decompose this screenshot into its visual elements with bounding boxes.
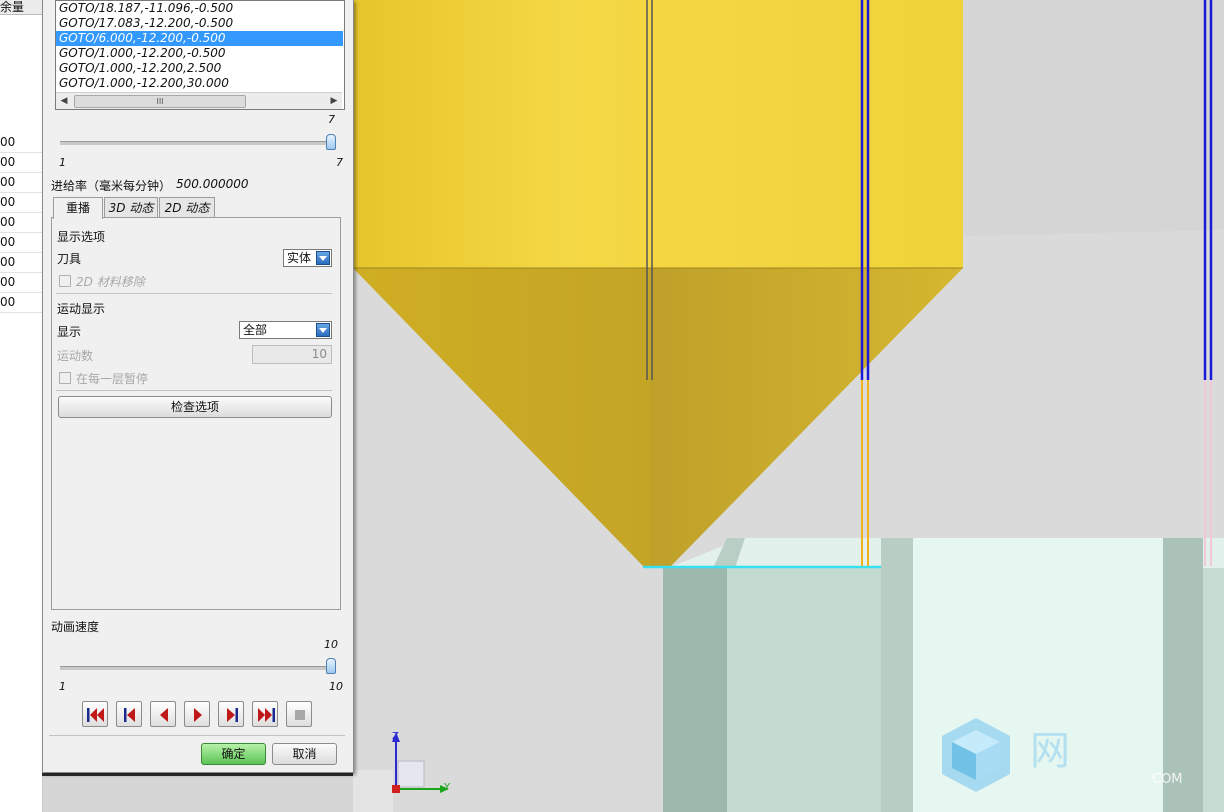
- list-item[interactable]: GOTO/1.000,-12.200,30.000: [56, 76, 343, 91]
- tool-shank: [353, 0, 963, 268]
- feedrate-value: 500.000000: [176, 177, 249, 191]
- simulation-scene: [353, 0, 1224, 812]
- scroll-right-arrow-icon[interactable]: ▶: [328, 95, 340, 107]
- table-cell: 00: [0, 153, 42, 173]
- fast-forward-end-icon: [258, 708, 275, 722]
- cancel-button[interactable]: 取消: [272, 743, 337, 765]
- step-back-button[interactable]: [116, 701, 142, 727]
- watermark-logo: [940, 716, 1020, 796]
- tool-path-visualization-dialog: GOTO/18.187,-11.096,-0.500 GOTO/17.083,-…: [42, 0, 354, 773]
- stop-button[interactable]: [286, 701, 312, 727]
- table-cell: 00: [0, 253, 42, 273]
- motion-slider-current: 7: [328, 113, 335, 126]
- table-cell: 00: [0, 213, 42, 233]
- motion-slider-thumb[interactable]: [326, 134, 336, 150]
- material-removal-label: 2D 材料移除: [76, 275, 145, 289]
- rewind-to-start-button[interactable]: [82, 701, 108, 727]
- triad-y-label: Y: [444, 782, 451, 793]
- animation-speed-min: 1: [59, 680, 66, 693]
- motion-count-field[interactable]: 10: [252, 345, 332, 364]
- tab-2d-dynamic[interactable]: 2D 动态: [159, 197, 215, 218]
- table-cell: 00: [0, 193, 42, 213]
- scroll-left-arrow-icon[interactable]: ◀: [58, 95, 70, 107]
- play-reverse-icon: [160, 708, 168, 722]
- part-wall-left: [663, 568, 727, 812]
- table-header: 余量: [0, 0, 42, 15]
- motion-slider-max: 7: [336, 156, 343, 169]
- chevron-down-icon[interactable]: [316, 251, 330, 265]
- pause-each-layer-checkbox[interactable]: [59, 372, 71, 384]
- animation-speed-max: 10: [329, 680, 343, 693]
- check-options-button[interactable]: 检查选项: [58, 396, 332, 418]
- tab-replay[interactable]: 重播: [53, 197, 103, 219]
- fast-forward-end-button[interactable]: [252, 701, 278, 727]
- list-item[interactable]: GOTO/18.187,-11.096,-0.500: [56, 1, 343, 16]
- stop-icon: [295, 710, 305, 720]
- pause-each-layer-label: 在每一层暂停: [76, 372, 149, 386]
- tool-label: 刀具: [57, 252, 82, 266]
- rewind-to-start-icon: [87, 708, 104, 722]
- scroll-thumb[interactable]: III: [74, 95, 246, 108]
- part-face: [727, 568, 881, 812]
- table-cell: 00: [0, 273, 42, 293]
- table-cell: 00: [0, 233, 42, 253]
- feedrate-label: 进给率（毫米每分钟）: [51, 179, 172, 193]
- list-item[interactable]: GOTO/17.083,-12.200,-0.500: [56, 16, 343, 31]
- play-forward-button[interactable]: [184, 701, 210, 727]
- graphics-viewport[interactable]: [353, 0, 1224, 812]
- play-reverse-button[interactable]: [150, 701, 176, 727]
- watermark-char: 网: [1030, 728, 1070, 774]
- replay-panel: 显示选项 刀具 实体 2D 材料移除 运动显示 显示 全部 运动数 10 在每一…: [51, 217, 341, 610]
- animation-speed-slider[interactable]: [60, 666, 332, 670]
- step-forward-button[interactable]: [218, 701, 244, 727]
- motion-slider-min: 1: [59, 156, 66, 169]
- step-forward-icon: [227, 708, 238, 722]
- footer-divider: [49, 735, 345, 736]
- toolpath-listbox[interactable]: GOTO/18.187,-11.096,-0.500 GOTO/17.083,-…: [55, 0, 345, 110]
- animation-speed-label: 动画速度: [51, 620, 100, 634]
- display-mode-dropdown[interactable]: 全部: [239, 321, 332, 339]
- list-item[interactable]: GOTO/1.000,-12.200,-0.500: [56, 46, 343, 61]
- display-mode-value: 全部: [243, 323, 268, 337]
- list-item[interactable]: GOTO/1.000,-12.200,2.500: [56, 61, 343, 76]
- section-divider: [56, 293, 332, 294]
- background-table: 余量 00 00 00 00 00 00 00 00 00: [0, 0, 43, 812]
- tool-display-dropdown[interactable]: 实体: [283, 249, 332, 267]
- step-back-icon: [124, 708, 135, 722]
- motion-count-label: 运动数: [57, 349, 94, 363]
- table-cell: 00: [0, 173, 42, 193]
- list-item-selected[interactable]: GOTO/6.000,-12.200,-0.500: [56, 31, 343, 46]
- play-forward-icon: [194, 708, 202, 722]
- display-label: 显示: [57, 325, 82, 339]
- horizontal-scrollbar[interactable]: ◀ III ▶: [56, 92, 342, 109]
- motion-display-title: 运动显示: [57, 302, 106, 316]
- tab-3d-dynamic[interactable]: 3D 动态: [104, 197, 158, 218]
- triad-z-label: Z: [392, 731, 399, 742]
- material-removal-checkbox[interactable]: [59, 275, 71, 287]
- display-options-title: 显示选项: [57, 230, 106, 244]
- table-cell: 00: [0, 293, 42, 313]
- ok-button[interactable]: 确定: [201, 743, 266, 765]
- motion-slider[interactable]: [60, 141, 332, 145]
- table-cell: 00: [0, 133, 42, 153]
- tool-display-value: 实体: [287, 251, 312, 265]
- chevron-down-icon[interactable]: [316, 323, 330, 337]
- animation-speed-thumb[interactable]: [326, 658, 336, 674]
- watermark-suffix: COM: [1152, 772, 1183, 787]
- section-divider: [56, 390, 332, 391]
- animation-speed-current: 10: [324, 638, 338, 651]
